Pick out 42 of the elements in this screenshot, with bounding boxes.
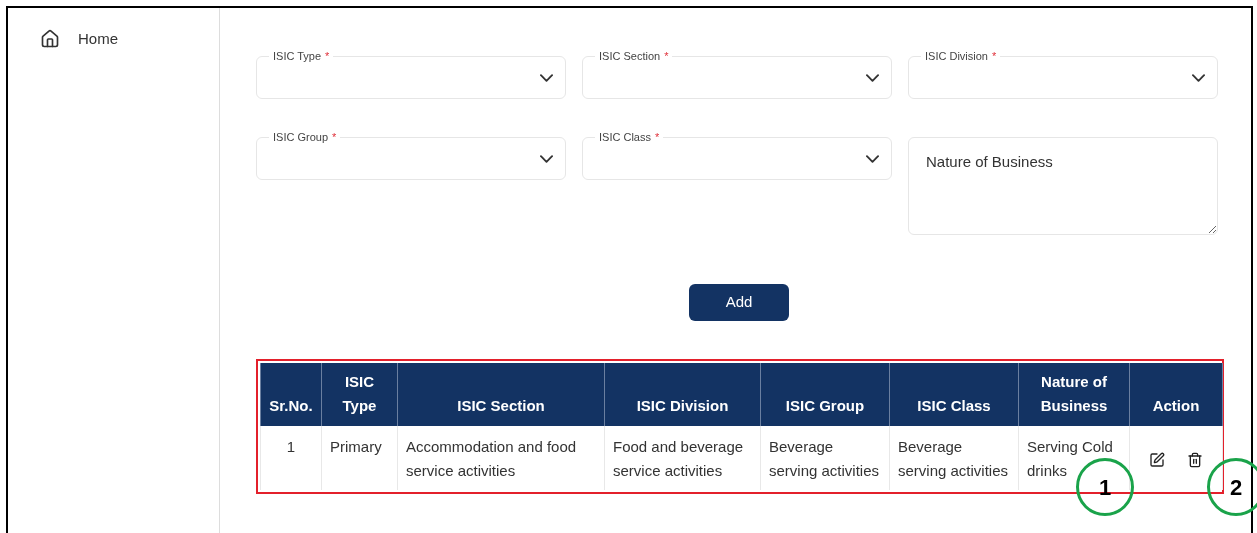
trash-icon [1187,452,1203,468]
required-mark: * [325,50,330,62]
column-header: ISIC Section [397,363,605,426]
column-header: Sr.No. [260,363,322,426]
edit-button[interactable] [1149,452,1165,468]
table-cell: Beverage serving activities [889,426,1019,490]
required-mark: * [332,131,337,143]
edit-icon [1149,452,1165,468]
text-area[interactable]: Nature of Business [908,137,1218,235]
select-field[interactable]: ISIC Class * [582,130,892,180]
field-label: ISIC Class [599,131,651,143]
column-header: Action [1129,363,1223,426]
select-field[interactable]: ISIC Section * [582,49,892,99]
chevron-down-icon [1192,73,1205,82]
field-label: ISIC Group [273,131,329,143]
table-cell: Accommodation and food service activities [397,426,605,490]
column-header: ISIC Class [889,363,1019,426]
select-field[interactable]: ISIC Type * [256,49,566,99]
home-icon [40,29,60,50]
field-label: ISIC Section [599,50,661,62]
chevron-down-icon [540,154,553,163]
sidebar-item[interactable]: Home [40,28,219,51]
required-mark: * [991,50,997,62]
column-header: ISIC Division [604,363,761,426]
select-field[interactable]: ISIC Group * [256,130,566,180]
add-button[interactable]: Add [689,284,789,321]
select-field[interactable]: ISIC Division * [908,49,1218,99]
table-cell: 1 [260,426,322,490]
chevron-down-icon [866,154,879,163]
field-label: ISIC Type [273,50,322,62]
chevron-down-icon [540,73,553,82]
delete-button[interactable] [1187,452,1203,468]
column-header: ISIC Type [321,363,398,426]
table-cell: Food and beverage service activities [604,426,761,490]
chevron-down-icon [866,73,879,82]
table-cell: Primary [321,426,398,490]
required-mark: * [664,50,669,62]
required-mark: * [654,131,660,143]
field-label: ISIC Division [925,50,988,62]
column-header: ISIC Group [760,363,890,426]
table-cell: Beverage serving activities [760,426,890,490]
column-header: Nature of Business [1018,363,1130,426]
